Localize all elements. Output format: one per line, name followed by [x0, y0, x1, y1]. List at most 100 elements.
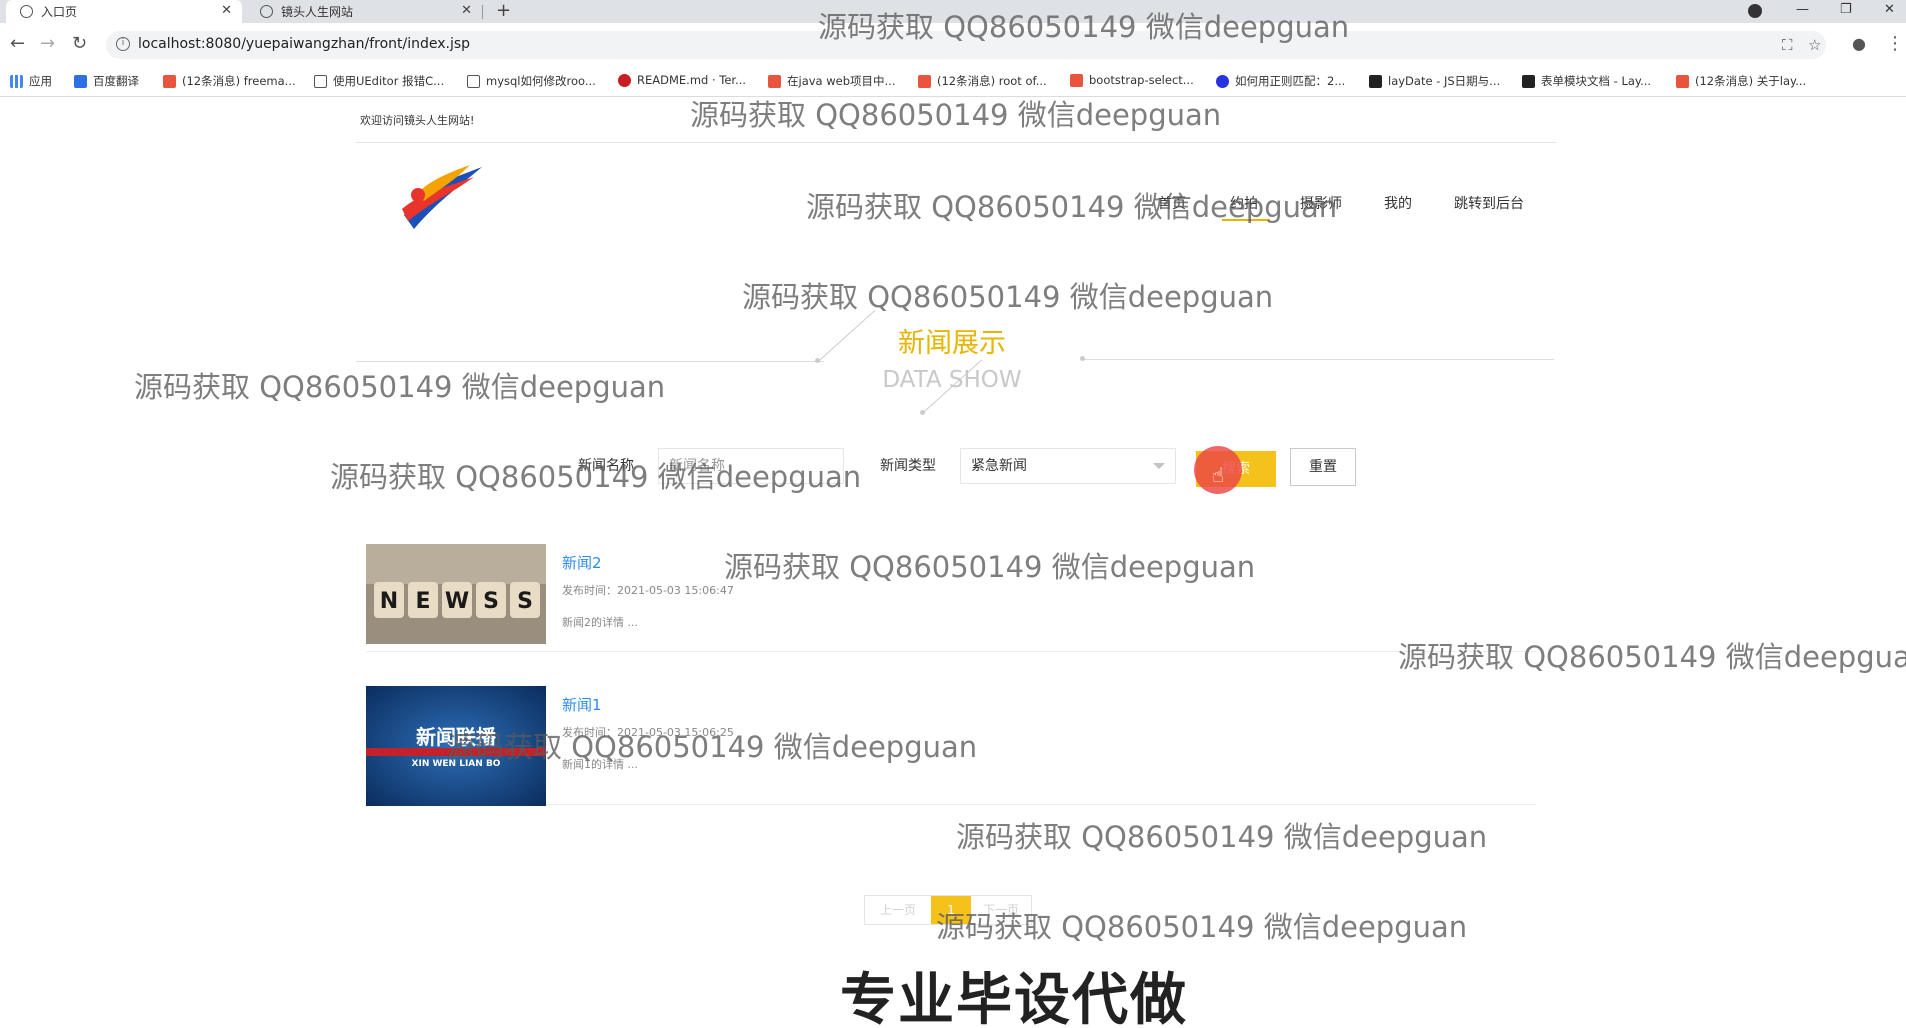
- prev-page-button[interactable]: 上一页: [865, 896, 931, 924]
- bookmark-item[interactable]: 在java web项目中...: [768, 73, 896, 89]
- close-tab-icon[interactable]: ✕: [461, 3, 472, 18]
- watermark-text: 源码获取 QQ86050149 微信deepguan: [742, 280, 1274, 314]
- bookmark-item[interactable]: mysql如何修改roo...: [467, 73, 596, 89]
- bookmark-star-icon[interactable]: ☆: [1808, 36, 1821, 54]
- bookmark-label: layDate - JS日期与...: [1388, 74, 1501, 88]
- svg-text:S: S: [517, 589, 533, 614]
- baidu-icon: [1216, 74, 1229, 88]
- translate-icon[interactable]: ⛶: [1782, 36, 1793, 54]
- globe-icon: [260, 5, 273, 18]
- bootstrap-icon: [1070, 73, 1083, 87]
- news-type-select[interactable]: 紧急新闻: [960, 448, 1176, 484]
- site-info-icon[interactable]: i: [116, 37, 130, 51]
- news-type-value: 紧急新闻: [971, 458, 1027, 474]
- bookmark-label: (12条消息) freema...: [182, 74, 296, 88]
- news-title[interactable]: 新闻2: [562, 552, 602, 573]
- restore-icon[interactable]: ❐: [1840, 0, 1852, 20]
- bookmark-label: README.md · Ter...: [637, 73, 747, 87]
- close-window-icon[interactable]: ✕: [1884, 0, 1895, 20]
- chevron-down-icon: [1153, 463, 1165, 469]
- watermark-text: 源码获取 QQ86050149 微信deepguan: [1398, 640, 1906, 674]
- watermark-text: 源码获取 QQ86050149 微信deepguan: [956, 820, 1488, 854]
- svg-text:W: W: [445, 589, 469, 614]
- bookmark-label: (12条消息) 关于lay...: [1695, 74, 1807, 88]
- promo-caption: 专业毕设代做: [840, 968, 1188, 1028]
- back-icon[interactable]: ←: [10, 34, 25, 54]
- watermark-text: 源码获取 QQ86050149 微信deepguan: [446, 730, 978, 764]
- svg-text:N: N: [380, 589, 398, 614]
- csdn-icon: [1676, 74, 1689, 88]
- layui-icon: [1522, 74, 1535, 88]
- nav-mine[interactable]: 我的: [1384, 193, 1412, 213]
- watermark-text: 源码获取 QQ86050149 微信deepguan: [330, 460, 862, 494]
- svg-text:E: E: [415, 589, 430, 614]
- bookmark-item[interactable]: 表单模块文档 - Lay...: [1522, 73, 1651, 89]
- bookmark-label: 百度翻译: [93, 74, 139, 88]
- reload-icon[interactable]: ↻: [72, 34, 87, 54]
- section-line-right: [1084, 359, 1554, 360]
- globe-icon: [20, 5, 33, 18]
- bookmark-label: 在java web项目中...: [787, 74, 896, 88]
- csdn-icon: [163, 74, 176, 88]
- tab-site[interactable]: 镜头人生网站 ✕: [246, 0, 482, 23]
- section-subtitle: DATA SHOW: [882, 367, 1022, 393]
- account-icon[interactable]: ●: [1852, 34, 1866, 54]
- watermark-text: 源码获取 QQ86050149 微信deepguan: [134, 370, 666, 404]
- section-title: 新闻展示: [898, 328, 1006, 359]
- bookmark-label: 使用UEditor 报错C...: [333, 74, 445, 88]
- news-description: 新闻2的详情 ...: [562, 616, 638, 629]
- csdn-icon: [918, 74, 931, 88]
- watermark-text: 源码获取 QQ86050149 微信deepguan: [806, 190, 1338, 224]
- apps-grid-icon: [10, 74, 23, 88]
- bookmark-item[interactable]: (12条消息) 关于lay...: [1676, 73, 1806, 89]
- section-dot: [815, 358, 820, 363]
- minimize-icon[interactable]: —: [1796, 0, 1809, 20]
- hand-cursor-icon: ☝: [1212, 463, 1225, 487]
- tab-divider: [482, 5, 483, 19]
- bookmark-label: (12条消息) root of...: [937, 74, 1047, 88]
- forward-icon[interactable]: →: [40, 34, 55, 54]
- news-thumbnail[interactable]: N E W S S: [366, 544, 546, 644]
- bookmark-item[interactable]: 使用UEditor 报错C...: [314, 73, 444, 89]
- news-title[interactable]: 新闻1: [562, 694, 602, 715]
- watermark-text: 源码获取 QQ86050149 微信deepguan: [818, 10, 1350, 44]
- news-type-label: 新闻类型: [880, 458, 936, 474]
- profile-download-icon[interactable]: [1748, 4, 1762, 18]
- bookmark-item[interactable]: (12条消息) freema...: [163, 73, 296, 89]
- bookmark-icon: [467, 74, 480, 88]
- section-dot: [1080, 356, 1085, 361]
- watermark-text: 源码获取 QQ86050149 微信deepguan: [936, 910, 1468, 944]
- svg-text:S: S: [483, 589, 499, 614]
- welcome-text: 欢迎访问镜头人生网站!: [360, 114, 475, 127]
- bookmark-label: 应用: [29, 74, 52, 88]
- tab-title: 镜头人生网站: [281, 5, 354, 19]
- bookmark-item[interactable]: layDate - JS日期与...: [1369, 73, 1500, 89]
- url-text: localhost:8080/yuepaiwangzhan/front/inde…: [138, 36, 471, 52]
- bookmark-item[interactable]: (12条消息) root of...: [918, 73, 1047, 89]
- bookmark-label: mysql如何修改roo...: [486, 74, 596, 88]
- tab-entry-page[interactable]: 入口页 ✕: [6, 0, 242, 23]
- bookmark-item[interactable]: bootstrap-select...: [1070, 73, 1194, 87]
- close-tab-icon[interactable]: ✕: [221, 3, 232, 18]
- section-diagonal-left: [818, 310, 876, 362]
- header-divider: [356, 142, 1556, 143]
- layui-icon: [1369, 74, 1382, 88]
- tab-title: 入口页: [41, 5, 78, 19]
- bookmark-item[interactable]: 如何用正则匹配：2...: [1216, 73, 1345, 89]
- nav-admin[interactable]: 跳转到后台: [1454, 193, 1524, 213]
- menu-icon[interactable]: ⋮: [1886, 34, 1904, 54]
- site-logo[interactable]: [396, 159, 488, 233]
- section-dot: [920, 410, 925, 415]
- bookmark-icon: [314, 74, 327, 88]
- bookmark-apps[interactable]: 应用: [10, 73, 52, 89]
- section-line-left: [356, 361, 824, 362]
- baidu-translate-icon: [74, 74, 87, 88]
- bookmark-label: 表单模块文档 - Lay...: [1541, 74, 1652, 88]
- csdn-icon: [768, 74, 781, 88]
- watermark-text: 源码获取 QQ86050149 微信deepguan: [724, 550, 1256, 584]
- bookmark-item[interactable]: README.md · Ter...: [618, 73, 746, 87]
- bookmark-item[interactable]: 百度翻译: [74, 73, 139, 89]
- new-tab-button[interactable]: +: [496, 0, 511, 22]
- reset-button[interactable]: 重置: [1290, 448, 1356, 486]
- gitee-icon: [618, 73, 631, 87]
